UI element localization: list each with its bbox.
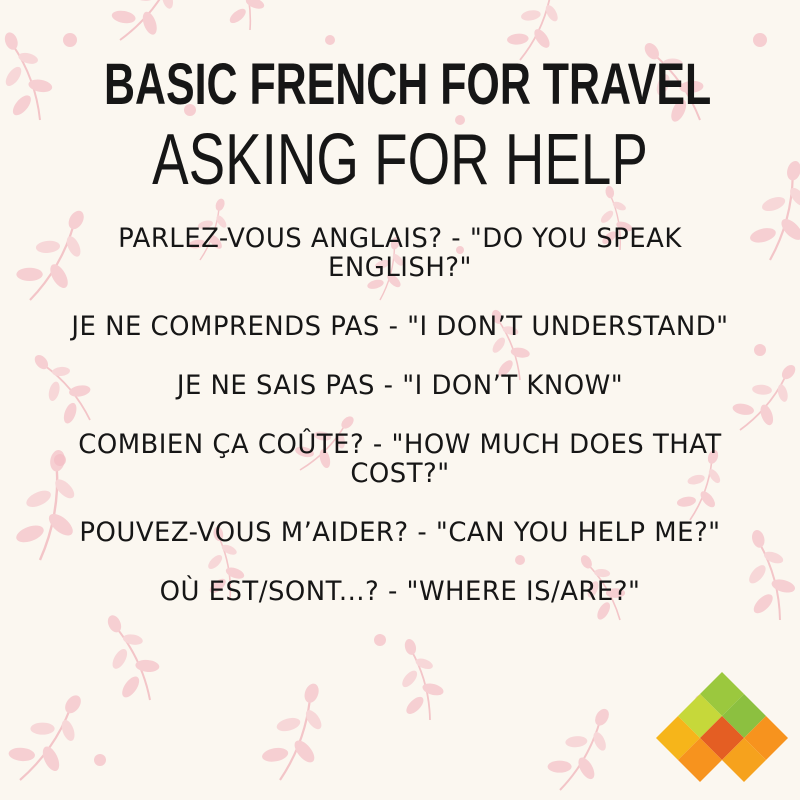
- phrase-item: COMBIEN ÇA COÛTE? - "HOW MUCH DOES THAT …: [78, 429, 722, 489]
- phrase-item: POUVEZ-VOUS M’AIDER? - "CAN YOU HELP ME?…: [79, 517, 721, 548]
- phrase-item: PARLEZ-VOUS ANGLAIS? - "DO YOU SPEAK ENG…: [118, 223, 682, 283]
- colored-diamond-tiles-logo: [656, 672, 788, 782]
- phrase-list: PARLEZ-VOUS ANGLAIS? - "DO YOU SPEAK ENG…: [30, 224, 770, 636]
- page-title: BASIC FRENCH FOR TRAVEL: [104, 52, 712, 117]
- phrase-item: JE NE SAIS PAS - "I DON’T KNOW": [176, 370, 624, 401]
- poster: BASIC FRENCH FOR TRAVEL ASKING FOR HELP …: [0, 0, 800, 800]
- phrase-item: JE NE COMPRENDS PAS - "I DON’T UNDERSTAN…: [71, 311, 729, 342]
- phrase-item: OÙ EST/SONT...? - "WHERE IS/ARE?": [159, 576, 641, 607]
- page-subtitle: ASKING FOR HELP: [152, 120, 648, 200]
